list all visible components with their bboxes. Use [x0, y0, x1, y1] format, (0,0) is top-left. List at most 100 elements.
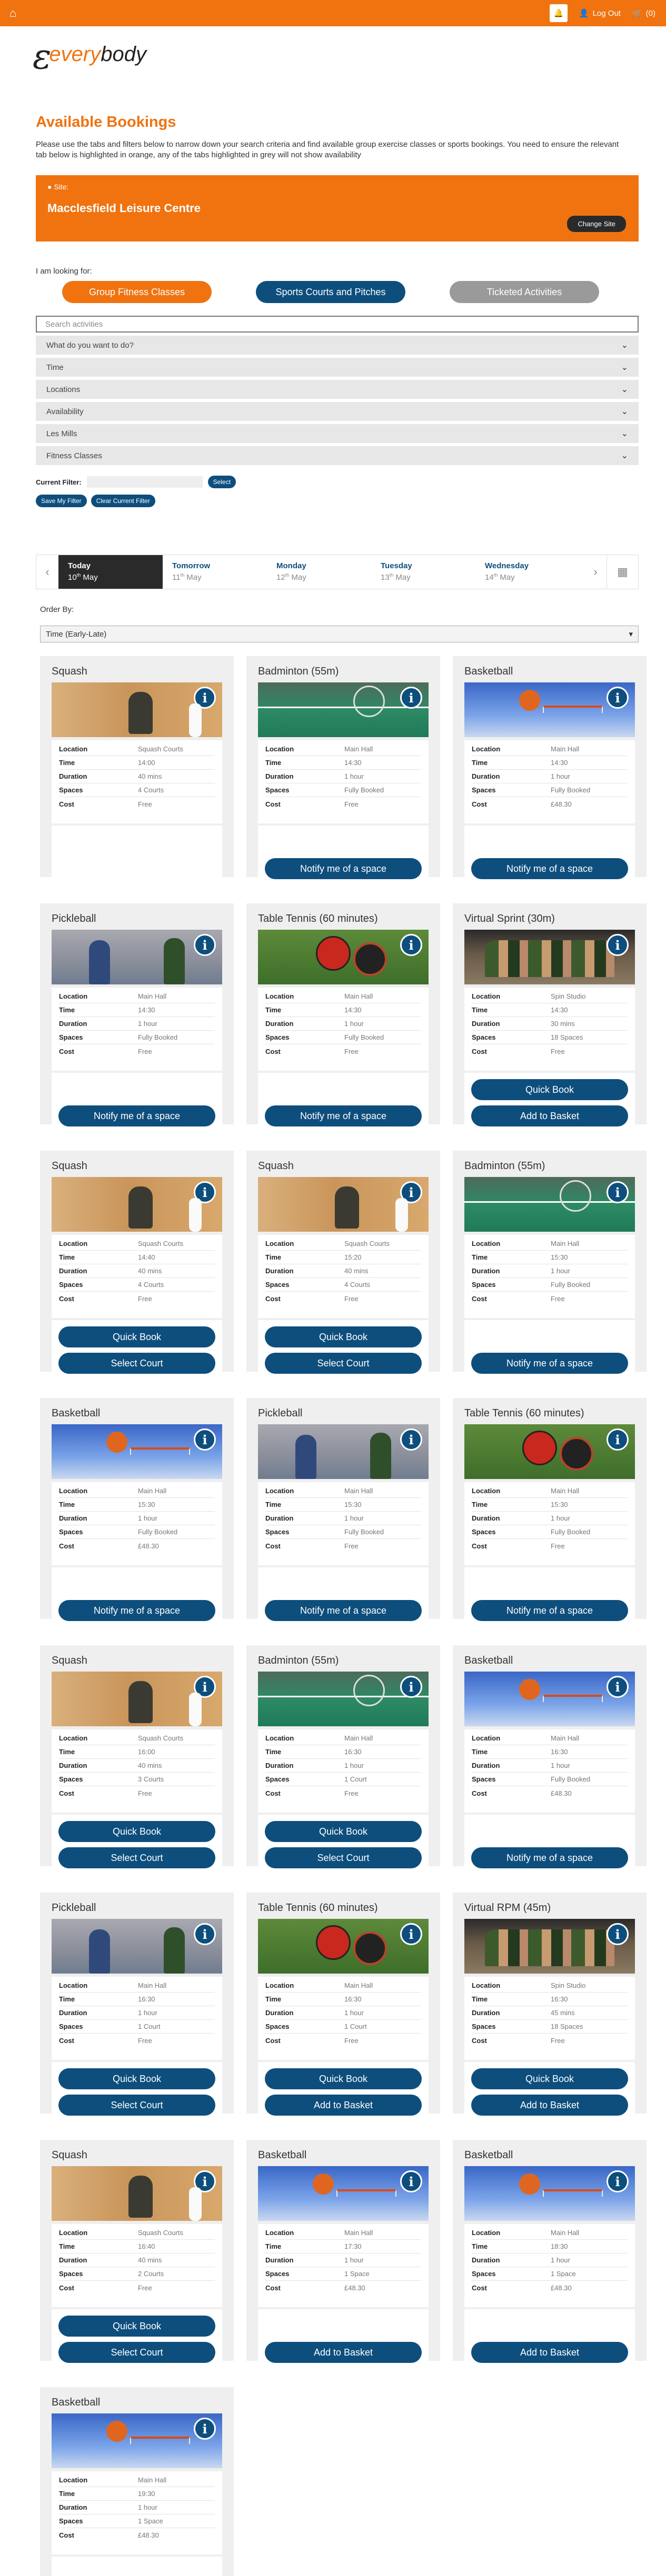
basket-link[interactable]: 🛒 (0) [632, 8, 655, 18]
select-court-button[interactable]: Select Court [265, 1847, 422, 1868]
category-tab[interactable]: Group Fitness Classes [62, 281, 212, 303]
date-tab[interactable]: Monday 12th May [267, 555, 371, 589]
detail-row-spaces: Spaces Fully Booked [472, 1525, 628, 1539]
filter-row[interactable]: Availability ⌄ [36, 402, 639, 421]
info-icon[interactable]: i [400, 1428, 422, 1451]
quick-book-button[interactable]: Quick Book [471, 1079, 628, 1100]
detail-label: Cost [59, 2531, 74, 2539]
filter-row[interactable]: Time ⌄ [36, 358, 639, 377]
home-icon[interactable]: ⌂ [9, 6, 16, 20]
notify-me-of-a-space-button[interactable]: Notify me of a space [471, 1353, 628, 1374]
category-tab[interactable]: Sports Courts and Pitches [256, 281, 405, 303]
date-tab[interactable]: Wednesday 14th May [475, 555, 580, 589]
detail-value: Main Hall [138, 1487, 167, 1495]
everybody-logo[interactable]: ε everybody [33, 38, 666, 76]
date-tab[interactable]: Tomorrow 11th May [163, 555, 267, 589]
detail-row-cost: Cost Free [472, 1539, 628, 1553]
detail-label: Time [59, 1501, 75, 1508]
notify-me-of-a-space-button[interactable]: Notify me of a space [265, 1105, 422, 1126]
detail-row-duration: Duration 1 hour [265, 2253, 421, 2267]
notify-me-of-a-space-button[interactable]: Notify me of a space [265, 858, 422, 879]
quick-book-button[interactable]: Quick Book [265, 1821, 422, 1842]
calendar-icon[interactable]: ▦ [607, 555, 638, 589]
chevron-right-icon[interactable]: › [584, 555, 607, 589]
info-icon[interactable]: i [607, 1428, 629, 1451]
detail-value: 16:40 [138, 2242, 155, 2250]
info-icon[interactable]: i [194, 1676, 216, 1698]
add-to-basket-button[interactable]: Add to Basket [471, 2342, 628, 2363]
search-input[interactable]: Search activities [36, 316, 639, 333]
notify-me-of-a-space-button[interactable]: Notify me of a space [265, 1600, 422, 1621]
select-court-button[interactable]: Select Court [58, 1847, 215, 1868]
detail-row-time: Time 16:30 [472, 1745, 628, 1759]
clear-filter-button[interactable]: Clear Current Filter [91, 495, 155, 507]
info-icon[interactable]: i [194, 934, 216, 956]
info-icon[interactable]: i [194, 2170, 216, 2192]
detail-row-duration: Duration 40 mins [59, 1264, 215, 1278]
info-icon[interactable]: i [400, 1181, 422, 1203]
quick-book-button[interactable]: Quick Book [58, 2068, 215, 2089]
detail-label: Duration [472, 1762, 500, 1769]
info-icon[interactable]: i [194, 1428, 216, 1451]
detail-row-duration: Duration 1 hour [472, 1759, 628, 1773]
select-court-button[interactable]: Select Court [58, 2342, 215, 2363]
notify-me-of-a-space-button[interactable]: Notify me of a space [471, 858, 628, 879]
select-court-button[interactable]: Select Court [265, 1353, 422, 1374]
logout-link[interactable]: 👤 Log Out [579, 8, 621, 18]
notify-me-of-a-space-button[interactable]: Notify me of a space [58, 1600, 215, 1621]
detail-value: Free [551, 1047, 565, 1055]
filter-row[interactable]: Locations ⌄ [36, 380, 639, 399]
filter-row[interactable]: Fitness Classes ⌄ [36, 446, 639, 465]
info-icon[interactable]: i [400, 2170, 422, 2192]
detail-label: Time [472, 1995, 488, 2003]
detail-value: Free [138, 1789, 152, 1797]
bell-icon[interactable]: 🔔 [549, 4, 568, 22]
filter-row[interactable]: Les Mills ⌄ [36, 424, 639, 443]
filter-row[interactable]: What do you want to do? ⌄ [36, 336, 639, 355]
add-to-basket-button[interactable]: Add to Basket [265, 2095, 422, 2116]
quick-book-button[interactable]: Quick Book [58, 2316, 215, 2337]
add-to-basket-button[interactable]: Add to Basket [265, 2342, 422, 2363]
detail-value: £48.30 [138, 1542, 159, 1550]
select-filter-button[interactable]: Select [207, 476, 236, 488]
info-icon[interactable]: i [400, 1676, 422, 1698]
user-icon: 👤 [579, 9, 589, 18]
add-to-basket-button[interactable]: Add to Basket [471, 1105, 628, 1126]
add-to-basket-button[interactable]: Add to Basket [471, 2095, 628, 2116]
notify-me-of-a-space-button[interactable]: Notify me of a space [471, 1600, 628, 1621]
info-icon[interactable]: i [400, 687, 422, 709]
select-court-button[interactable]: Select Court [58, 2095, 215, 2116]
date-tab[interactable]: Today 10th May [58, 555, 163, 589]
chevron-left-icon[interactable]: ‹ [36, 555, 58, 589]
info-icon[interactable]: i [607, 1923, 629, 1945]
category-tab[interactable]: Ticketed Activities [450, 281, 599, 303]
info-icon[interactable]: i [400, 934, 422, 956]
info-icon[interactable]: i [194, 1181, 216, 1203]
date-tab[interactable]: Tuesday 13th May [371, 555, 475, 589]
detail-label: Spaces [59, 786, 83, 794]
detail-label: Duration [59, 1514, 87, 1522]
quick-book-button[interactable]: Quick Book [265, 2068, 422, 2089]
order-by-select[interactable]: Time (Early-Late) ▾ [40, 626, 639, 642]
info-icon[interactable]: i [400, 1923, 422, 1945]
detail-row-time: Time 18:30 [472, 2240, 628, 2253]
quick-book-button[interactable]: Quick Book [471, 2068, 628, 2089]
select-court-button[interactable]: Select Court [58, 1353, 215, 1374]
detail-value: 14:40 [138, 1253, 155, 1261]
info-icon[interactable]: i [607, 1676, 629, 1698]
info-icon[interactable]: i [194, 1923, 216, 1945]
info-icon[interactable]: i [194, 2418, 216, 2440]
quick-book-button[interactable]: Quick Book [58, 1821, 215, 1842]
change-site-button[interactable]: Change Site [567, 216, 626, 232]
info-icon[interactable]: i [194, 687, 216, 709]
notify-me-of-a-space-button[interactable]: Notify me of a space [58, 1105, 215, 1126]
info-icon[interactable]: i [607, 2170, 629, 2192]
detail-label: Spaces [265, 2022, 290, 2030]
info-icon[interactable]: i [607, 1181, 629, 1203]
info-icon[interactable]: i [607, 687, 629, 709]
info-icon[interactable]: i [607, 934, 629, 956]
save-filter-button[interactable]: Save My Filter [36, 495, 87, 507]
quick-book-button[interactable]: Quick Book [58, 1326, 215, 1347]
quick-book-button[interactable]: Quick Book [265, 1326, 422, 1347]
notify-me-of-a-space-button[interactable]: Notify me of a space [471, 1847, 628, 1868]
